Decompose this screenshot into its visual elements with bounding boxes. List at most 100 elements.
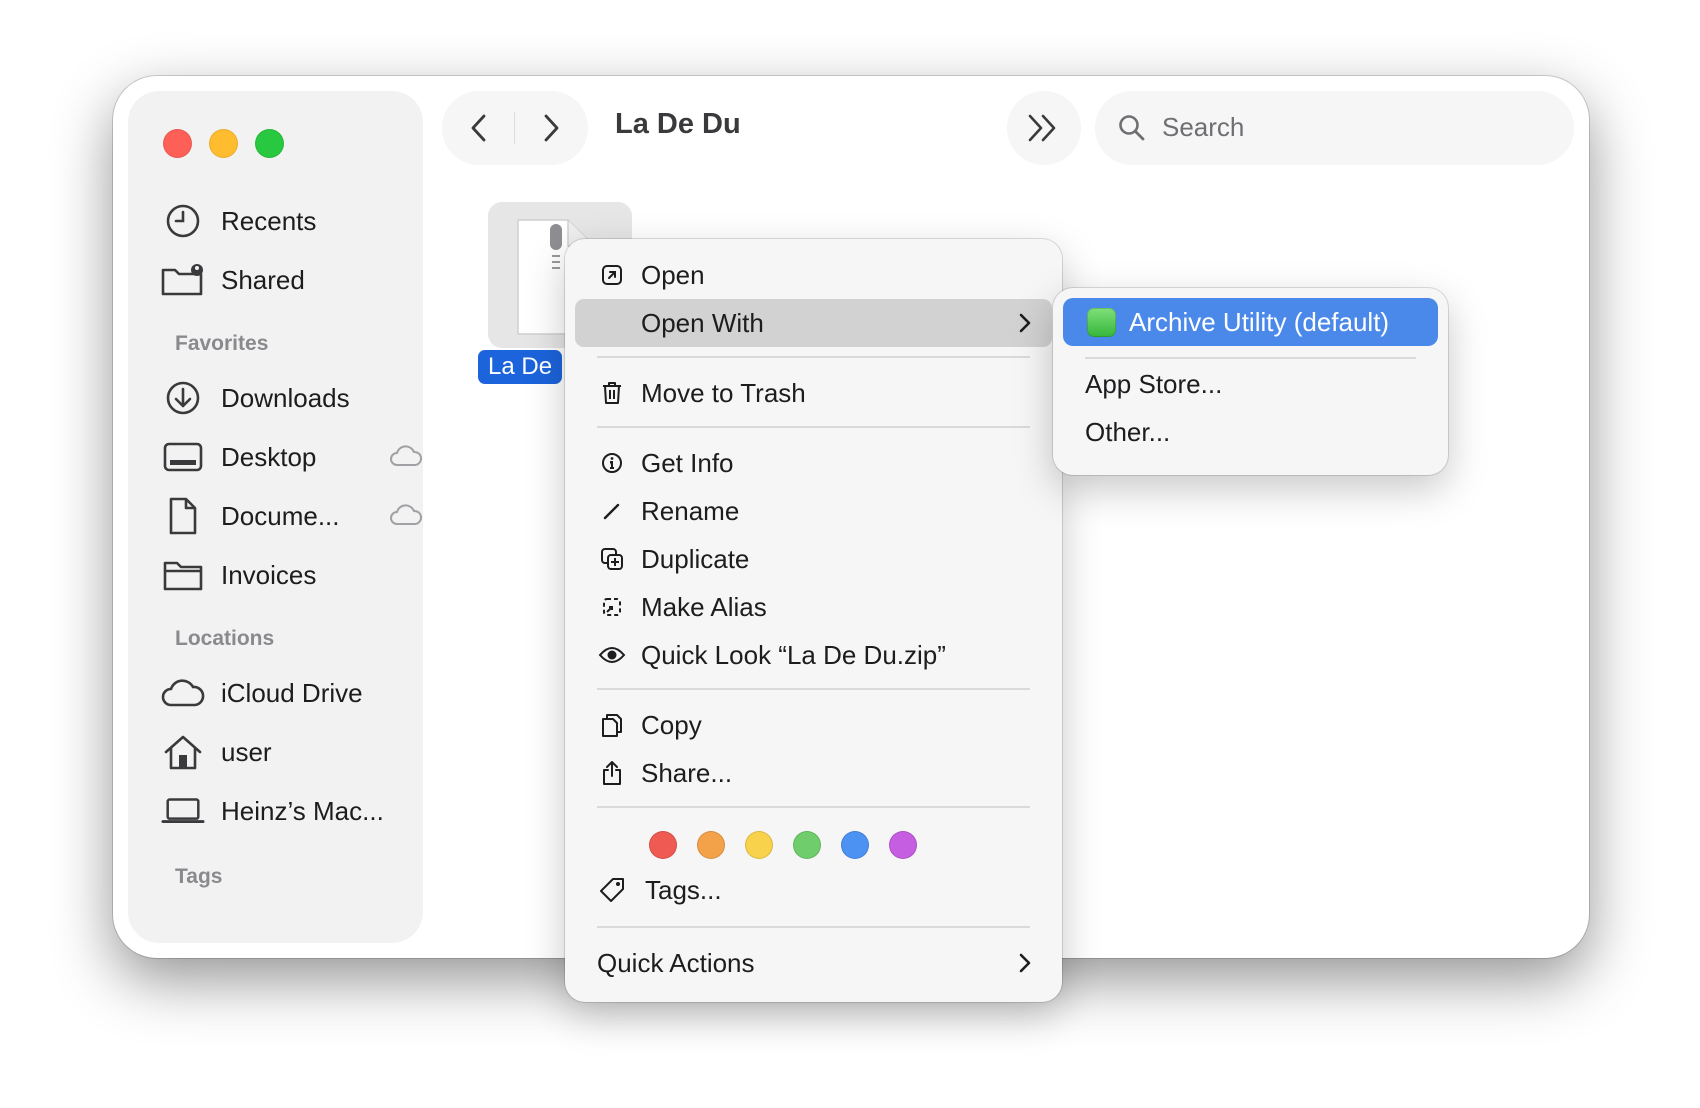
menu-separator [597, 926, 1030, 928]
alias-icon [597, 592, 627, 622]
toolbar-overflow-button[interactable] [1008, 92, 1080, 164]
sidebar-item-downloads[interactable]: Downloads [161, 373, 411, 423]
copy-icon [597, 710, 627, 740]
sidebar-item-label: Docume... [221, 500, 340, 531]
sidebar-item-label: Desktop [221, 441, 317, 472]
sidebar-item-label: Shared [221, 264, 305, 295]
minimize-button[interactable] [209, 129, 238, 158]
menu-separator [597, 806, 1030, 808]
sidebar-item-user[interactable]: user [161, 727, 411, 777]
sidebar-item-label: iCloud Drive [221, 677, 363, 708]
pencil-icon [597, 496, 627, 526]
chevron-right-icon [544, 114, 559, 142]
eye-icon [597, 640, 627, 670]
trash-icon [597, 378, 627, 408]
menu-item-label: Make Alias [641, 591, 767, 622]
menu-item-make-alias[interactable]: Make Alias [575, 583, 1052, 631]
icloud-status-icon [389, 503, 423, 532]
chevron-right-icon [1018, 952, 1032, 979]
shared-folder-icon [161, 260, 205, 300]
sidebar-item-label: user [221, 736, 272, 767]
menu-separator [597, 688, 1030, 690]
sidebar-section-favorites: Favorites [175, 332, 269, 355]
tag-color-orange[interactable] [697, 831, 725, 859]
close-button[interactable] [163, 129, 192, 158]
menu-item-label: Get Info [641, 447, 734, 478]
navigation-buttons [443, 92, 587, 164]
menu-item-label: Open With [641, 307, 764, 338]
sidebar-item-icloud-drive[interactable]: iCloud Drive [161, 668, 411, 718]
forward-button[interactable] [533, 110, 569, 146]
chevron-right-icon [1018, 312, 1032, 339]
menu-item-quick-look[interactable]: Quick Look “La De Du.zip” [575, 631, 1052, 679]
file-item-label[interactable]: La De [478, 350, 563, 384]
sidebar-item-mac[interactable]: Heinz’s Mac... [161, 786, 411, 836]
menu-item-label: Duplicate [641, 543, 750, 574]
open-icon [597, 260, 627, 290]
menu-item-label: Tags... [645, 874, 722, 905]
menu-item-label: Share... [641, 757, 733, 788]
sidebar-item-label: Downloads [221, 382, 350, 413]
sidebar: Recents Shared Favorites Downloads Deskt… [129, 92, 422, 942]
home-icon [161, 732, 205, 772]
chevron-left-icon [471, 114, 486, 142]
sidebar-item-desktop[interactable]: Desktop [161, 432, 422, 482]
download-icon [161, 378, 205, 418]
menu-item-label: Quick Actions [597, 947, 755, 978]
menu-item-share[interactable]: Share... [575, 749, 1052, 797]
sidebar-item-shared[interactable]: Shared [161, 255, 411, 305]
menu-item-label: Copy [641, 709, 702, 740]
menu-item-label: Quick Look “La De Du.zip” [641, 639, 946, 670]
sidebar-section-tags: Tags [175, 865, 223, 888]
cloud-icon [161, 673, 205, 713]
window-title: La De Du [615, 108, 741, 140]
tag-icon [597, 875, 627, 905]
archive-utility-icon [1087, 308, 1116, 337]
sidebar-item-recents[interactable]: Recents [161, 196, 411, 246]
tag-color-yellow[interactable] [745, 831, 773, 859]
clock-icon [161, 201, 205, 241]
menu-separator [1085, 357, 1416, 359]
sidebar-item-documents[interactable]: Docume... [161, 491, 422, 541]
menu-item-label: Rename [641, 495, 740, 526]
tag-color-purple[interactable] [889, 831, 917, 859]
menu-item-label: Open [641, 259, 705, 290]
back-button[interactable] [461, 110, 497, 146]
menu-item-tags[interactable]: Tags... [575, 866, 1052, 914]
menu-separator [597, 426, 1030, 428]
open-with-submenu: Archive Utility (default) App Store... O… [1053, 288, 1448, 475]
submenu-item-other[interactable]: Other... [1085, 417, 1170, 448]
tag-color-green[interactable] [793, 831, 821, 859]
tag-color-red[interactable] [649, 831, 677, 859]
search-placeholder: Search [1162, 112, 1245, 142]
search-field[interactable]: Search [1096, 92, 1573, 164]
submenu-item-archive-utility[interactable]: Archive Utility (default) [1063, 298, 1438, 346]
sidebar-item-label: Recents [221, 205, 317, 236]
tag-color-blue[interactable] [841, 831, 869, 859]
menu-item-quick-actions[interactable]: Quick Actions [575, 939, 1052, 987]
menu-separator [597, 356, 1030, 358]
folder-icon [161, 555, 205, 595]
menu-item-open-with[interactable]: Open With [575, 299, 1052, 347]
double-chevron-right-icon [1028, 114, 1056, 142]
zoom-button[interactable] [255, 129, 284, 158]
info-icon [597, 448, 627, 478]
duplicate-icon [597, 544, 627, 574]
menu-item-label: Move to Trash [641, 377, 806, 408]
menu-item-copy[interactable]: Copy [575, 701, 1052, 749]
sidebar-item-label: Invoices [221, 559, 317, 590]
menu-item-rename[interactable]: Rename [575, 487, 1052, 535]
menu-item-get-info[interactable]: Get Info [575, 439, 1052, 487]
sidebar-item-invoices[interactable]: Invoices [161, 550, 411, 600]
menu-item-move-to-trash[interactable]: Move to Trash [575, 369, 1052, 417]
icloud-status-icon [389, 444, 423, 473]
search-icon [1118, 114, 1146, 147]
document-icon [161, 496, 205, 536]
share-icon [597, 758, 627, 788]
submenu-item-app-store[interactable]: App Store... [1085, 369, 1222, 400]
desktop-icon [161, 437, 205, 477]
menu-item-open[interactable]: Open [575, 251, 1052, 299]
nav-divider [514, 112, 515, 144]
menu-item-duplicate[interactable]: Duplicate [575, 535, 1052, 583]
sidebar-item-label: Heinz’s Mac... [221, 795, 384, 826]
